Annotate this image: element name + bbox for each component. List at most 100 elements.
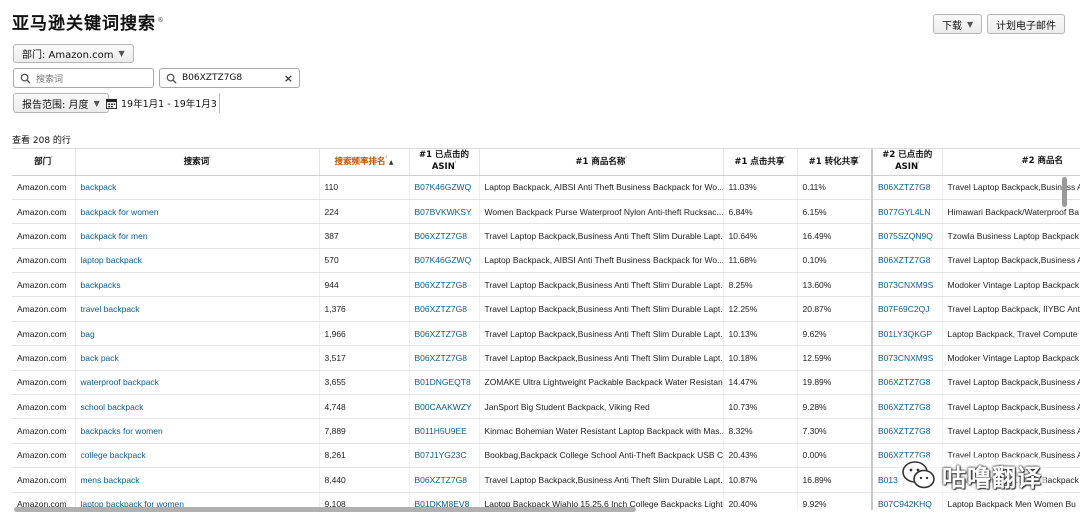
cell-top1-conversion-share: 0.00% (796, 443, 872, 469)
cell-top1-clicked-asin[interactable]: B07K46GZWQ (408, 248, 479, 274)
cell-top1-click-share: 20.40% (722, 492, 797, 510)
report-range-dropdown[interactable]: 报告范围: 月度 ▼ (13, 93, 109, 113)
cell-top1-clicked-asin[interactable]: B07BVKWKSY (408, 199, 479, 225)
schedule-email-button[interactable]: 计划电子邮件 (987, 14, 1065, 34)
search-icon (20, 73, 31, 84)
cell-top1-clicked-asin[interactable]: B06XZTZ7G8 (408, 345, 479, 371)
cell-search-term[interactable]: waterproof backpack (74, 370, 319, 396)
cell-top1-clicked-asin[interactable]: B07J1YG23C (408, 443, 479, 469)
chevron-down-icon: ▼ (93, 98, 100, 108)
sort-ascending-icon: ▲ (388, 158, 394, 166)
cell-top1-product-name: JanSport Big Student Backpack, Viking Re… (478, 394, 723, 420)
horizontal-scrollbar[interactable] (14, 507, 636, 512)
column-header-top1-clicked-asin[interactable]: #1 已点击的 ASINⁱ (408, 149, 479, 176)
cell-top1-conversion-share: 9.28% (796, 394, 872, 420)
cell-search-term[interactable]: backpack (74, 175, 319, 200)
search-term-input[interactable]: 搜索词 (13, 68, 154, 88)
cell-top2-product-name: Travel Laptop Backpack,Business A (941, 175, 1080, 200)
cell-department: Amazon.com (12, 272, 75, 298)
cell-search-term[interactable]: mens backpack (74, 467, 319, 493)
cell-top2-clicked-asin[interactable]: B06XZTZ7G8 (871, 175, 942, 200)
cell-search-term[interactable]: backpack for men (74, 223, 319, 249)
cell-top1-clicked-asin[interactable]: B06XZTZ7G8 (408, 321, 479, 347)
cell-search-term[interactable]: backpacks (74, 272, 319, 298)
column-header-text: #1 已点击的 (419, 150, 469, 161)
cell-top1-clicked-asin[interactable]: B01DNGEQT8 (408, 370, 479, 396)
cell-department: Amazon.com (12, 175, 75, 200)
cell-top1-click-share: 11.68% (722, 248, 797, 274)
cell-top2-clicked-asin[interactable]: B01LY3QKGP (871, 321, 942, 347)
cell-top2-clicked-asin[interactable]: B06XZTZ7G8 (871, 248, 942, 274)
cell-top2-clicked-asin[interactable]: B077GYL4LN (871, 199, 942, 225)
chevron-down-icon: ▼ (967, 19, 974, 29)
cell-top1-click-share: 10.87% (722, 467, 797, 493)
cell-top1-clicked-asin[interactable]: B06XZTZ7G8 (408, 296, 479, 322)
cell-search-term[interactable]: backpack for women (74, 199, 319, 225)
column-header-top1-product-name[interactable]: #1 商品名称ⁱ (478, 149, 723, 176)
cell-top1-clicked-asin[interactable]: B06XZTZ7G8 (408, 223, 479, 249)
cell-search-term[interactable]: school backpack (74, 394, 319, 420)
schedule-email-label: 计划电子邮件 (996, 20, 1056, 32)
column-header-search-frequency-rank[interactable]: 搜索频率排名ⁱ▲ (318, 149, 409, 176)
download-button-label: 下载 (942, 20, 962, 32)
download-button[interactable]: 下载 ▼ (933, 14, 983, 34)
cell-search-term[interactable]: bag (74, 321, 319, 347)
cell-top2-clicked-asin[interactable]: B06XZTZ7G8 (871, 394, 942, 420)
cell-top1-product-name: Laptop Backpack, AIBSI Anti Theft Busine… (478, 175, 723, 200)
cell-top2-clicked-asin[interactable]: B06XZTZ7G8 (871, 418, 942, 444)
cell-search-term[interactable]: backpacks for women (74, 418, 319, 444)
cell-department: Amazon.com (12, 321, 75, 347)
column-header-department[interactable]: 部门ⁱ (12, 149, 75, 176)
column-header-top1-conversion-share[interactable]: #1 转化共享ⁱ (796, 149, 872, 176)
vertical-scrollbar[interactable] (1062, 177, 1067, 207)
wechat-icon (902, 461, 935, 489)
clear-icon[interactable]: × (284, 72, 293, 85)
cell-top1-clicked-asin[interactable]: B00CAAKWZY (408, 394, 479, 420)
department-dropdown[interactable]: 部门: Amazon.com ▼ (13, 44, 134, 63)
cell-top1-clicked-asin[interactable]: B06XZTZ7G8 (408, 272, 479, 298)
results-table-container[interactable]: 部门ⁱ 搜索词ⁱ 搜索频率排名ⁱ▲ #1 已点击的 ASINⁱ #1 商品名称ⁱ #1 点击… (12, 148, 1080, 510)
cell-search-frequency-rank: 1,376 (318, 296, 409, 322)
column-header-text: #1 点击共享 (734, 156, 785, 167)
cell-search-term[interactable]: travel backpack (74, 296, 319, 322)
table-row: Amazon.com travel backpack 1,376 B06XZTZ7G8… (12, 296, 1080, 322)
cell-top2-product-name: Laptop Backpack Men Women Bu (941, 492, 1080, 510)
chevron-down-icon: ▼ (118, 49, 125, 58)
cell-top2-product-name: Travel Laptop Backpack, IIYBC Ant (941, 296, 1080, 322)
column-header-text: #1 转化共享 (808, 156, 859, 167)
watermark: 咕噜翻译 (898, 457, 1046, 493)
cell-search-term[interactable]: back pack (74, 345, 319, 371)
cell-top1-clicked-asin[interactable]: B06XZTZ7G8 (408, 467, 479, 493)
info-icon: ⁱ (918, 159, 920, 167)
cell-top2-clicked-asin[interactable]: B07F69C2QJ (871, 296, 942, 322)
info-icon: ⁱ (385, 154, 387, 162)
cell-top1-clicked-asin[interactable]: B07K46GZWQ (408, 175, 479, 200)
column-header-text: ASIN (895, 161, 919, 172)
column-header-text: ASIN (431, 161, 455, 172)
column-header-search-term[interactable]: 搜索词ⁱ (74, 149, 319, 176)
cell-department: Amazon.com (12, 467, 75, 493)
column-header-top2-clicked-asin[interactable]: #2 已点击的 ASINⁱ (871, 149, 942, 176)
cell-search-term[interactable]: laptop backpack (74, 248, 319, 274)
cell-top2-clicked-asin[interactable]: B06XZTZ7G8 (871, 370, 942, 396)
cell-top1-click-share: 20.43% (722, 443, 797, 469)
cell-search-term[interactable]: college backpack (74, 443, 319, 469)
cell-search-frequency-rank: 110 (318, 175, 409, 200)
cell-top1-click-share: 10.73% (722, 394, 797, 420)
cell-top1-conversion-share: 0.10% (796, 248, 872, 274)
cell-top1-conversion-share: 16.49% (796, 223, 872, 249)
cell-top2-clicked-asin[interactable]: B07C942KHQ (871, 492, 942, 510)
cell-top2-clicked-asin[interactable]: B075SZQN9Q (871, 223, 942, 249)
cell-top2-clicked-asin[interactable]: B073CNXM9S (871, 345, 942, 371)
asin-search-input[interactable]: B06XZTZ7G8 × (159, 68, 300, 88)
cell-top2-clicked-asin[interactable]: B073CNXM9S (871, 272, 942, 298)
column-header-text: #2 商品名 (1021, 155, 1064, 166)
column-header-top2-product-name[interactable]: #2 商品名 (941, 149, 1080, 176)
column-header-top1-click-share[interactable]: #1 点击共享ⁱ (722, 149, 797, 176)
cell-top1-conversion-share: 12.59% (796, 345, 872, 371)
column-header-text: 搜索词 (183, 156, 210, 167)
results-count: 查看 208 的行 (12, 136, 71, 146)
watermark-text: 咕噜翻译 (942, 463, 1042, 492)
date-range-picker[interactable]: 19年1月1 - 19年1月3 (106, 93, 220, 113)
cell-top1-clicked-asin[interactable]: B011H5U9EE (408, 418, 479, 444)
